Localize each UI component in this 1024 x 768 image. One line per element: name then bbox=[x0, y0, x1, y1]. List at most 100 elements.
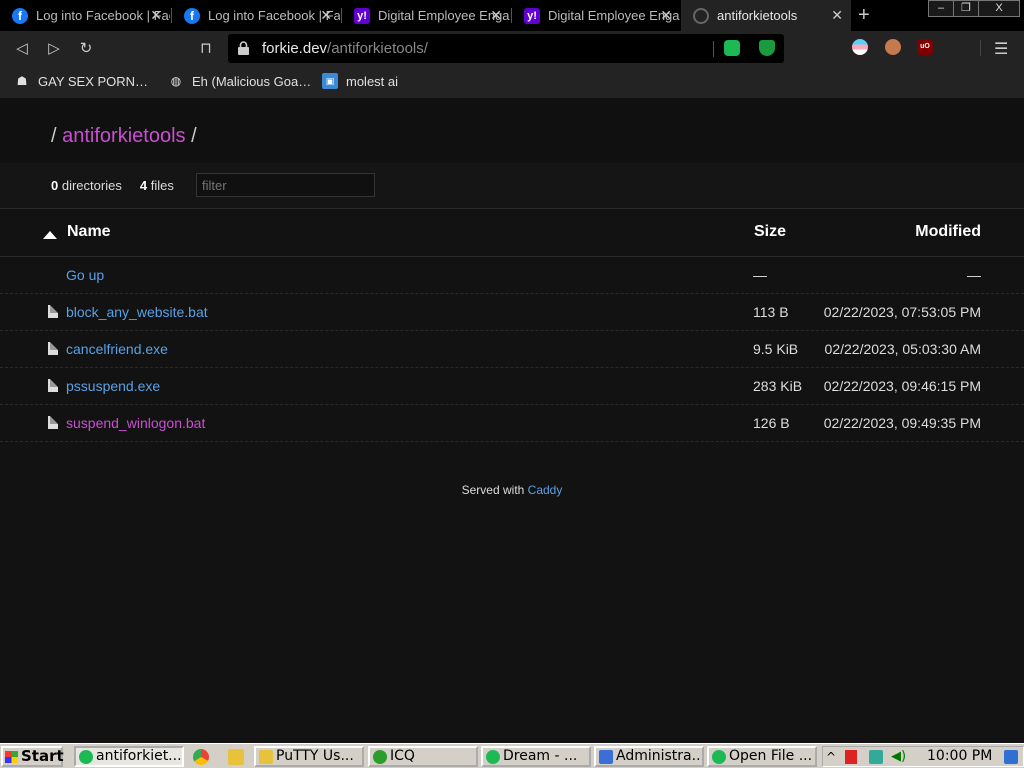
lock-icon bbox=[238, 41, 249, 55]
minimize-button[interactable]: – bbox=[928, 0, 954, 17]
file-size: 9.5 KiB bbox=[753, 341, 799, 357]
url-path: /antiforkietools/ bbox=[327, 40, 428, 57]
start-button[interactable]: Start bbox=[1, 746, 64, 767]
omnibox-divider bbox=[713, 41, 714, 57]
reload-button[interactable]: ↻ bbox=[75, 38, 97, 60]
listing-summary: 0 directories 4 files bbox=[0, 163, 1024, 208]
bookmark-label: GAY SEX PORN… bbox=[38, 73, 149, 89]
column-size[interactable]: Size bbox=[754, 223, 786, 241]
breadcrumb-separator: / bbox=[191, 125, 197, 147]
column-modified[interactable]: Modified bbox=[915, 223, 981, 241]
flag-icon[interactable] bbox=[845, 750, 857, 764]
breadcrumb-separator[interactable]: / bbox=[51, 125, 57, 147]
start-label: Start bbox=[21, 747, 64, 765]
file-size: — bbox=[753, 267, 767, 283]
windows-logo-icon bbox=[5, 751, 18, 763]
close-window-button[interactable]: X bbox=[978, 0, 1020, 17]
taskbar-label: PuTTY Us... bbox=[276, 748, 354, 764]
file-label: files bbox=[150, 178, 174, 193]
tab-antiforkietools[interactable]: antiforkietools ✕ bbox=[681, 0, 851, 31]
bookmark-label: Eh (Malicious Goa… bbox=[192, 73, 312, 89]
ghost-icon: ☗ bbox=[16, 74, 28, 88]
tab-yahoo-2[interactable]: y! Digital Employee Engagement ✕ bbox=[512, 0, 680, 31]
go-up-row: Go up — — bbox=[0, 257, 1024, 294]
file-icon bbox=[48, 379, 58, 392]
browser-toolbar: ◁ ▷ ↻ ⊓ forkie.dev/antiforkietools/ uO bbox=[0, 31, 1024, 82]
volume-icon[interactable]: ◀) bbox=[891, 750, 906, 764]
directory-count: 0 bbox=[51, 178, 59, 193]
listing-header: / antiforkietools / bbox=[0, 99, 1024, 163]
clock[interactable]: 10:00 PM bbox=[927, 748, 992, 764]
back-button[interactable]: ◁ bbox=[11, 38, 33, 60]
file-modified: 02/22/2023, 09:46:15 PM bbox=[823, 378, 981, 394]
ublock-icon[interactable]: uO bbox=[917, 39, 933, 55]
bookmark-item[interactable]: ◍ Eh (Malicious Goa… bbox=[168, 73, 311, 89]
taskbar-button-open-file[interactable]: Open File ... bbox=[707, 746, 817, 767]
app-icon: ▣ bbox=[322, 73, 338, 89]
bookmark-item[interactable]: ▣ molest ai bbox=[322, 73, 398, 89]
restore-button[interactable]: ❐ bbox=[953, 0, 979, 17]
file-link[interactable]: cancelfriend.exe bbox=[66, 341, 168, 357]
taskbar-button-browser[interactable]: antiforkiet... bbox=[74, 746, 184, 767]
show-desktop-icon[interactable] bbox=[1004, 750, 1018, 764]
taskbar: Start antiforkiet... PuTTY Us... ICQ Dre… bbox=[0, 743, 1024, 768]
file-size: 283 KiB bbox=[753, 378, 803, 394]
file-link[interactable]: suspend_winlogon.bat bbox=[66, 415, 205, 431]
close-icon[interactable]: ✕ bbox=[320, 7, 332, 24]
go-up-link[interactable]: Go up bbox=[66, 267, 104, 283]
yahoo-icon: y! bbox=[524, 7, 540, 24]
taskbar-label: ICQ bbox=[390, 748, 415, 764]
table-header: Name Size Modified bbox=[0, 208, 1024, 257]
new-tab-button[interactable]: + bbox=[858, 4, 870, 27]
taskbar-button-icq[interactable]: ICQ bbox=[368, 746, 478, 767]
file-icon bbox=[48, 342, 58, 355]
taskbar-button-putty[interactable]: PuTTY Us... bbox=[254, 746, 364, 767]
breadcrumb-folder-link[interactable]: antiforkietools bbox=[62, 125, 185, 147]
taskbar-button-spotify[interactable]: Dream - ... bbox=[481, 746, 591, 767]
column-name[interactable]: Name bbox=[67, 223, 111, 241]
sort-ascending-icon[interactable] bbox=[43, 231, 57, 239]
tab-facebook-1[interactable]: f Log into Facebook | Facebook ✕ bbox=[0, 0, 170, 31]
close-icon[interactable]: ✕ bbox=[831, 7, 843, 24]
table-row: cancelfriend.exe 9.5 KiB 02/22/2023, 05:… bbox=[0, 331, 1024, 368]
folder-icon[interactable] bbox=[228, 749, 244, 765]
url-text: forkie.dev/antiforkietools/ bbox=[262, 40, 428, 57]
directory-listing-page: / antiforkietools / 0 directories 4 file… bbox=[0, 99, 1024, 743]
chrome-icon[interactable] bbox=[193, 749, 209, 765]
network-icon[interactable] bbox=[869, 750, 883, 764]
file-size: 126 B bbox=[753, 415, 790, 431]
bookmark-item[interactable]: ☗ GAY SEX PORN… bbox=[14, 73, 148, 89]
taskbar-button-admin[interactable]: Administra... bbox=[594, 746, 704, 767]
tab-facebook-2[interactable]: f Log into Facebook | Facebook ✕ bbox=[172, 0, 340, 31]
putty-icon bbox=[259, 750, 273, 764]
file-modified: — bbox=[967, 267, 981, 283]
menu-icon[interactable]: ☰ bbox=[994, 39, 1008, 59]
file-link[interactable]: block_any_website.bat bbox=[66, 304, 208, 320]
close-icon[interactable]: ✕ bbox=[490, 7, 502, 24]
chat-extension-icon[interactable] bbox=[724, 40, 740, 56]
facebook-icon: f bbox=[184, 7, 200, 24]
facebook-icon: f bbox=[12, 7, 28, 24]
caddy-link[interactable]: Caddy bbox=[528, 483, 563, 497]
address-bar[interactable]: forkie.dev/antiforkietools/ bbox=[228, 34, 784, 63]
forward-button[interactable]: ▷ bbox=[43, 38, 65, 60]
yahoo-icon: y! bbox=[354, 7, 370, 24]
app-icon bbox=[712, 750, 726, 764]
shield-extension-icon[interactable] bbox=[759, 40, 775, 56]
summary-text: 0 directories 4 files bbox=[51, 178, 174, 193]
bookmark-label: molest ai bbox=[346, 73, 399, 89]
filter-input[interactable] bbox=[196, 173, 375, 197]
file-size: 113 B bbox=[753, 304, 789, 320]
file-link[interactable]: pssuspend.exe bbox=[66, 378, 160, 394]
tray-expand-icon[interactable]: ^ bbox=[826, 750, 840, 764]
bookmark-icon[interactable]: ⊓ bbox=[195, 38, 217, 60]
globe-icon: ◍ bbox=[170, 74, 182, 88]
close-icon[interactable]: ✕ bbox=[150, 7, 162, 24]
table-row: suspend_winlogon.bat 126 B 02/22/2023, 0… bbox=[0, 405, 1024, 442]
footer-text: Served with bbox=[461, 483, 525, 497]
close-icon[interactable]: ✕ bbox=[660, 7, 672, 24]
avatar-extension-icon[interactable] bbox=[885, 39, 901, 55]
flag-extension-icon[interactable] bbox=[852, 39, 868, 55]
bookmarks-bar: ☗ GAY SEX PORN… ◍ Eh (Malicious Goa… ▣ m… bbox=[0, 66, 1024, 98]
tab-yahoo-1[interactable]: y! Digital Employee Engagement ✕ bbox=[342, 0, 510, 31]
